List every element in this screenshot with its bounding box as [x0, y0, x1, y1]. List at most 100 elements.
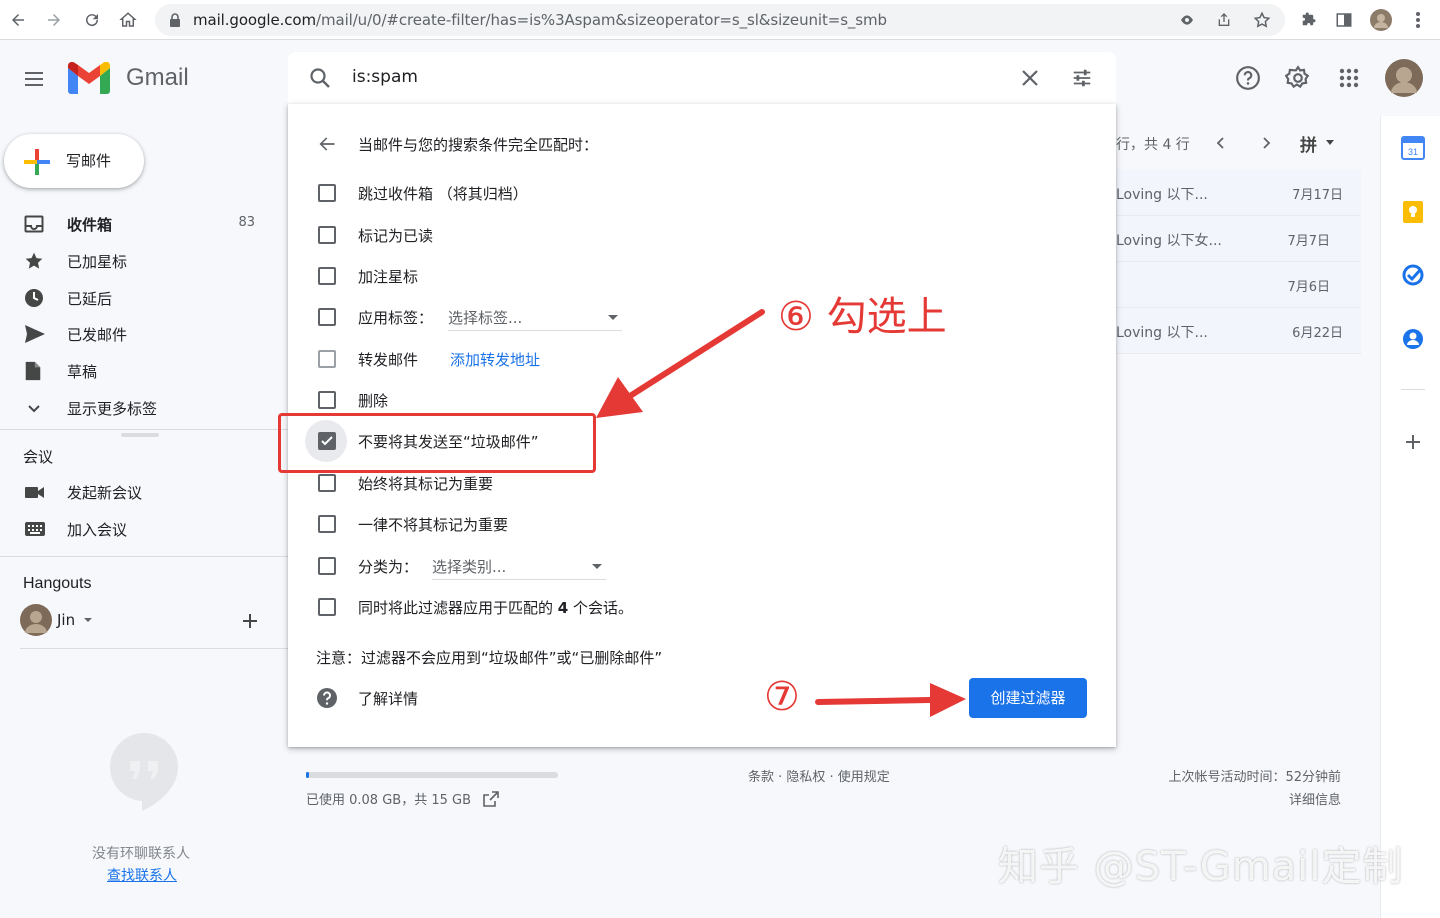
- send-icon: [24, 324, 45, 344]
- search-bar[interactable]: is:spam: [288, 52, 1116, 104]
- url-text: mail.google.com/mail/u/0/#create-filter/…: [193, 11, 887, 29]
- search-icon[interactable]: [308, 66, 332, 90]
- caret-down-icon[interactable]: [84, 618, 92, 622]
- sidepanel-icon[interactable]: [1332, 8, 1356, 32]
- checkbox[interactable]: [318, 474, 336, 492]
- option-never-important[interactable]: 一律不将其标记为重要: [316, 509, 1016, 539]
- scroll-handle[interactable]: [121, 433, 159, 437]
- side-panel-divider: [1401, 389, 1425, 390]
- back-arrow-icon[interactable]: [316, 134, 338, 154]
- external-link-icon[interactable]: [483, 791, 499, 807]
- gmail-wordmark: Gmail: [126, 64, 189, 91]
- checkbox[interactable]: [318, 350, 336, 368]
- main-menu-icon[interactable]: [22, 67, 46, 91]
- sidebar-item-drafts[interactable]: 草稿: [0, 353, 270, 389]
- reload-icon[interactable]: [80, 8, 104, 32]
- search-input[interactable]: is:spam: [352, 67, 418, 87]
- contacts-icon[interactable]: [1402, 328, 1424, 350]
- option-apply-existing[interactable]: 同时将此过滤器应用于匹配的 4 个会话。: [316, 592, 1016, 622]
- tasks-icon[interactable]: [1402, 264, 1424, 286]
- annotation-step7: ⑦: [764, 674, 800, 720]
- account-avatar[interactable]: [1384, 58, 1424, 98]
- no-contacts-text: 没有环聊联系人: [92, 846, 190, 862]
- gmail-logo-icon[interactable]: [68, 62, 110, 94]
- list-item[interactable]: Loving 以下女... 7月7日: [1116, 216, 1361, 262]
- create-filter-button[interactable]: 创建过滤器: [969, 678, 1087, 718]
- video-icon: [24, 482, 44, 502]
- star-icon: [24, 251, 44, 271]
- find-contacts-link[interactable]: 查找联系人: [107, 865, 177, 885]
- share-icon[interactable]: [1216, 12, 1232, 28]
- option-delete[interactable]: 删除: [316, 385, 1016, 415]
- eye-icon[interactable]: [1179, 12, 1195, 28]
- annotation-step6: ⑥ 勾选上: [778, 294, 947, 340]
- category-select[interactable]: 选择类别...: [432, 556, 606, 580]
- add-forward-address-link[interactable]: 添加转发地址: [450, 349, 540, 370]
- sidebar-item-join-meeting[interactable]: 加入会议: [0, 511, 270, 547]
- forward-icon[interactable]: [42, 8, 66, 32]
- apps-grid-icon[interactable]: [1329, 58, 1369, 98]
- add-addon-icon[interactable]: [1404, 433, 1422, 451]
- filter-note: 注意：过滤器不会应用到“垃圾邮件”或“已删除邮件”: [316, 649, 663, 667]
- option-forward[interactable]: 转发邮件 添加转发地址: [316, 344, 1016, 374]
- extensions-icon[interactable]: [1296, 8, 1320, 32]
- add-contact-icon[interactable]: [241, 612, 259, 630]
- compose-button[interactable]: 写邮件: [4, 134, 144, 188]
- next-page-icon[interactable]: [1257, 134, 1275, 152]
- option-skip-inbox[interactable]: 跳过收件箱 （将其归档）: [316, 178, 1016, 208]
- bookmark-star-icon[interactable]: [1253, 11, 1271, 29]
- checkbox[interactable]: [318, 391, 336, 409]
- browser-toolbar: mail.google.com/mail/u/0/#create-filter/…: [0, 0, 1440, 40]
- menu-dots-icon[interactable]: [1406, 8, 1430, 32]
- list-item[interactable]: Loving 以下... 7月17日: [1116, 170, 1361, 216]
- list-item[interactable]: 7月6日: [1116, 262, 1361, 308]
- option-categorize[interactable]: 分类为： 选择类别...: [316, 551, 1016, 581]
- terms-links[interactable]: 条款 · 隐私权 · 使用规定: [748, 766, 890, 785]
- details-link[interactable]: 详细信息: [1130, 789, 1341, 812]
- keep-icon[interactable]: [1402, 200, 1424, 224]
- input-tool-caret-icon[interactable]: [1326, 140, 1334, 145]
- svg-text:31: 31: [1408, 147, 1418, 157]
- prev-page-icon[interactable]: [1212, 134, 1230, 152]
- hangouts-user-name[interactable]: Jin: [57, 611, 75, 629]
- profile-avatar-icon[interactable]: [1369, 8, 1393, 32]
- hangouts-user-avatar[interactable]: [20, 604, 52, 636]
- option-mark-read[interactable]: 标记为已读: [316, 220, 1016, 250]
- annotation-highlight-box: [278, 413, 596, 473]
- checkbox[interactable]: [318, 184, 336, 202]
- sidebar-item-inbox[interactable]: 收件箱 83: [0, 206, 270, 242]
- checkbox[interactable]: [318, 598, 336, 616]
- keyboard-icon: [24, 519, 45, 539]
- calendar-icon[interactable]: 31: [1401, 136, 1425, 160]
- storage-bar: [306, 772, 558, 778]
- sidebar-divider: [0, 429, 288, 430]
- checkbox[interactable]: [318, 557, 336, 575]
- checkbox[interactable]: [318, 515, 336, 533]
- dialog-heading: 当邮件与您的搜索条件完全匹配时：: [358, 136, 599, 154]
- search-options-icon[interactable]: [1071, 67, 1093, 89]
- watermark: 知乎 @ST-Gmail定制: [998, 844, 1404, 890]
- sidebar-item-new-meeting[interactable]: 发起新会议: [0, 474, 270, 510]
- checkbox[interactable]: [318, 267, 336, 285]
- address-bar[interactable]: mail.google.com/mail/u/0/#create-filter/…: [155, 4, 1285, 36]
- back-icon[interactable]: [6, 8, 30, 32]
- help-circle-icon: [316, 687, 338, 709]
- dropdown-arrow-icon: [592, 564, 602, 569]
- clear-search-icon[interactable]: [1020, 68, 1040, 88]
- list-item[interactable]: Loving 以下... 6月22日: [1116, 308, 1361, 354]
- input-tool-button[interactable]: 拼: [1300, 131, 1317, 156]
- label-select[interactable]: 选择标签...: [448, 307, 622, 331]
- sidebar-item-snoozed[interactable]: 已延后: [0, 280, 270, 316]
- storage-bar-fill: [306, 772, 309, 778]
- sidebar-item-more[interactable]: 显示更多标签: [0, 390, 270, 426]
- draft-icon: [24, 361, 44, 381]
- settings-gear-icon[interactable]: [1278, 58, 1318, 98]
- sidebar-item-starred[interactable]: 已加星标: [0, 243, 270, 279]
- checkbox[interactable]: [318, 308, 336, 326]
- sidebar-item-sent[interactable]: 已发邮件: [0, 316, 270, 352]
- help-icon[interactable]: [1228, 58, 1268, 98]
- home-icon[interactable]: [116, 8, 140, 32]
- hangouts-placeholder-icon: [108, 731, 180, 811]
- checkbox[interactable]: [318, 226, 336, 244]
- pagination-text: 行，共 4 行: [1116, 137, 1190, 153]
